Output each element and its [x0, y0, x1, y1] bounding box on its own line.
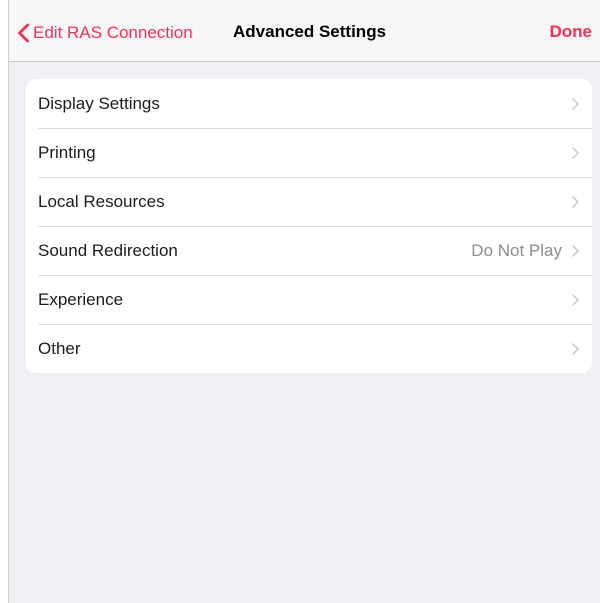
settings-item-other[interactable]: Other [26, 324, 592, 373]
page-title: Advanced Settings [233, 22, 387, 41]
sound-redirection-value: Do Not Play [471, 240, 562, 260]
settings-list: Display Settings Printing Local Resource… [26, 79, 592, 373]
settings-item-label: Display Settings [38, 93, 160, 113]
settings-item-display-settings[interactable]: Display Settings [26, 79, 592, 128]
chevron-right-icon [572, 146, 579, 159]
chevron-right-icon [572, 195, 579, 208]
back-button-label: Edit RAS Connection [33, 23, 193, 42]
chevron-left-icon [18, 23, 29, 43]
settings-item-sound-redirection[interactable]: Sound Redirection Do Not Play [26, 226, 592, 275]
chevron-right-icon [572, 97, 579, 110]
chevron-right-icon [572, 342, 579, 355]
settings-item-experience[interactable]: Experience [26, 275, 592, 324]
done-button[interactable]: Done [550, 22, 593, 42]
settings-item-label: Printing [38, 142, 96, 162]
settings-item-label: Local Resources [38, 191, 165, 211]
settings-item-local-resources[interactable]: Local Resources [26, 177, 592, 226]
app-window: Edit RAS Connection Advanced Settings Do… [8, 0, 600, 603]
back-button[interactable]: Edit RAS Connection [17, 20, 193, 46]
settings-item-label: Sound Redirection [38, 240, 178, 260]
settings-item-label: Experience [38, 289, 124, 309]
navigation-bar: Edit RAS Connection Advanced Settings Do… [9, 0, 600, 62]
settings-item-printing[interactable]: Printing [26, 128, 592, 177]
chevron-right-icon [572, 244, 579, 257]
settings-item-label: Other [38, 338, 81, 358]
chevron-right-icon [572, 293, 579, 306]
